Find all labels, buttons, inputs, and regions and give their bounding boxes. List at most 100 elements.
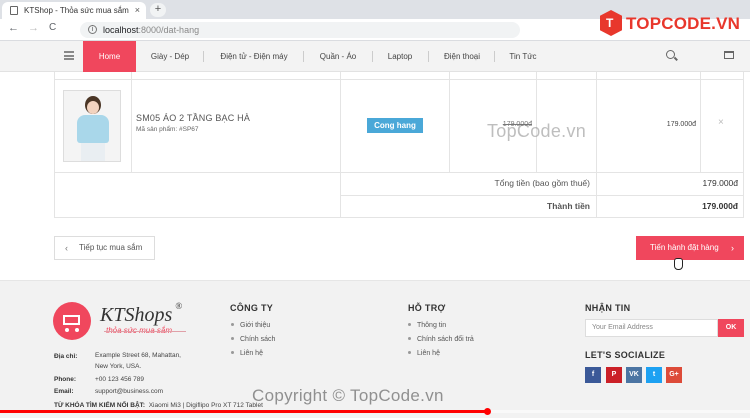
- search-keywords: TỪ KHÓA TÌM KIẾM NỔI BẬT: Xiaomi Mi3 | D…: [54, 402, 263, 409]
- product-image[interactable]: [63, 90, 121, 162]
- twitter-icon[interactable]: t: [646, 367, 662, 383]
- nav-divider: [372, 51, 373, 62]
- nav-item-giay-dep[interactable]: Giày - Dép: [140, 41, 200, 72]
- newsletter-heading: NHẬN TIN: [585, 303, 631, 313]
- table-divider: [131, 72, 132, 172]
- nav-divider: [203, 51, 204, 62]
- footer-link-chinh-sach[interactable]: Chính sách: [231, 336, 275, 343]
- remove-item-icon[interactable]: ×: [718, 117, 724, 128]
- url-host: localhost: [103, 25, 139, 35]
- back-arrow-icon[interactable]: ←: [8, 22, 19, 34]
- topcode-logo-icon: T: [600, 10, 622, 36]
- logo-cart-wheel: [75, 328, 79, 332]
- topcode-logo-letter: T: [606, 16, 614, 30]
- subscribe-button[interactable]: OK: [718, 319, 744, 337]
- mouse-cursor-icon: [674, 258, 683, 270]
- vk-icon[interactable]: VK: [626, 367, 642, 383]
- bullet: [408, 350, 411, 354]
- continue-shopping-button[interactable]: ‹ Tiếp tục mua sắm: [54, 236, 155, 260]
- tab-title: KTShop - Thỏa sức mua sắm: [24, 6, 129, 15]
- video-progress-fill: [0, 410, 488, 413]
- nav-item-dien-thoai[interactable]: Điện thoại: [433, 41, 491, 72]
- bullet: [408, 322, 411, 326]
- page-icon: [10, 6, 18, 15]
- reload-icon[interactable]: C: [49, 22, 56, 33]
- pinterest-icon[interactable]: P: [606, 367, 622, 383]
- address-bar[interactable]: i localhost:8000/dat-hang: [80, 22, 520, 38]
- table-divider: [340, 72, 341, 218]
- keywords-list[interactable]: Xiaomi Mi3 | Digiflipo Pro XT 712 Tablet: [149, 402, 263, 409]
- nav-item-quan-ao[interactable]: Quần - Áo: [308, 41, 368, 72]
- table-divider: [596, 72, 597, 218]
- total-label: Thành tiền: [547, 201, 590, 211]
- address-label: Địa chỉ:: [54, 353, 78, 360]
- continue-shopping-label: Tiếp tục mua sắm: [79, 243, 143, 252]
- footer-link-gioi-thieu[interactable]: Giới thiệu: [231, 322, 270, 329]
- footer-link-doi-tra[interactable]: Chính sách đổi trả: [408, 336, 474, 343]
- footer-link-label: Liên hệ: [417, 350, 440, 357]
- nav-item-laptop[interactable]: Laptop: [377, 41, 423, 72]
- chevron-left-icon: ‹: [65, 243, 68, 253]
- address-line-1: Example Street 68, Mahattan,: [95, 352, 181, 359]
- nav-divider: [428, 51, 429, 62]
- product-sku: Mã sản phẩm: #SP67: [136, 126, 199, 133]
- logo-cart-wheel: [65, 328, 69, 332]
- slogan-underline: [104, 331, 186, 332]
- company-heading: CÔNG TY: [230, 303, 274, 313]
- footer-brand: KTShops ®: [100, 301, 183, 327]
- bullet: [231, 350, 234, 354]
- chevron-right-icon: ›: [731, 243, 734, 253]
- forward-arrow-icon[interactable]: →: [28, 22, 39, 34]
- nav-divider: [494, 51, 495, 62]
- cart-table: [54, 72, 744, 218]
- footer-link-lien-he-2[interactable]: Liên hệ: [408, 350, 440, 357]
- menu-icon[interactable]: [64, 51, 74, 60]
- nav-item-dien-tu[interactable]: Điện tử - Điện máy: [208, 41, 300, 72]
- search-icon[interactable]: [666, 50, 675, 59]
- bullet: [408, 336, 411, 340]
- browser-tab[interactable]: KTShop - Thỏa sức mua sắm ×: [2, 2, 146, 19]
- google-plus-icon[interactable]: G+: [666, 367, 682, 383]
- info-icon[interactable]: i: [88, 25, 97, 34]
- bullet: [231, 322, 234, 326]
- footer-link-thong-tin[interactable]: Thông tin: [408, 322, 446, 329]
- status-badge: Cong hang: [367, 118, 423, 133]
- address-line-2: New York, USA.: [95, 363, 142, 370]
- topcode-brand-text: TOPCODE.VN: [626, 14, 741, 33]
- keywords-label: TỪ KHÓA TÌM KIẾM NỔI BẬT:: [54, 402, 146, 409]
- nav-item-home[interactable]: Home: [83, 41, 136, 72]
- table-divider: [54, 172, 744, 173]
- subtotal-value: 179.000đ: [702, 178, 738, 188]
- checkout-label: Tiến hành đặt hàng: [650, 243, 719, 252]
- footer-brand-name: KTShops: [100, 304, 173, 326]
- topcode-watermark-logo: T TOPCODE.VN: [600, 10, 740, 38]
- new-tab-button[interactable]: +: [150, 3, 166, 17]
- footer-link-lien-he[interactable]: Liên hệ: [231, 350, 263, 357]
- table-divider: [700, 72, 701, 172]
- table-divider: [449, 72, 450, 172]
- cart-icon[interactable]: [724, 51, 734, 59]
- registered-mark: ®: [175, 301, 183, 312]
- email-label: Email:: [54, 388, 74, 395]
- phone-value: +00 123 456 789: [95, 376, 144, 383]
- footer-link-label: Chính sách: [240, 336, 276, 343]
- url-path: :8000/dat-hang: [138, 25, 200, 35]
- email-value[interactable]: support@business.com: [95, 388, 163, 395]
- product-name[interactable]: SM05 ÁO 2 TẦNG BẠC HÀ: [136, 113, 250, 123]
- facebook-icon[interactable]: f: [585, 367, 601, 383]
- socialize-heading: LET'S SOCIALIZE: [585, 350, 666, 360]
- support-heading: HỖ TRỢ: [408, 303, 446, 313]
- footer-link-label: Thông tin: [417, 322, 447, 329]
- product-image-face: [87, 101, 99, 114]
- nav-item-tin-tuc[interactable]: Tin Tức: [499, 41, 547, 72]
- newsletter-email-input[interactable]: Your Email Address: [585, 319, 718, 337]
- phone-label: Phone:: [54, 376, 77, 383]
- footer-link-label: Liên hệ: [240, 350, 263, 357]
- total-value: 179.000đ: [702, 201, 738, 211]
- tab-close-icon[interactable]: ×: [135, 5, 140, 15]
- topcode-center-watermark: TopCode.vn: [487, 121, 587, 141]
- nav-divider: [303, 51, 304, 62]
- table-divider: [54, 217, 744, 218]
- checkout-button[interactable]: Tiến hành đặt hàng ›: [636, 236, 744, 260]
- video-progress-bar[interactable]: [0, 408, 750, 415]
